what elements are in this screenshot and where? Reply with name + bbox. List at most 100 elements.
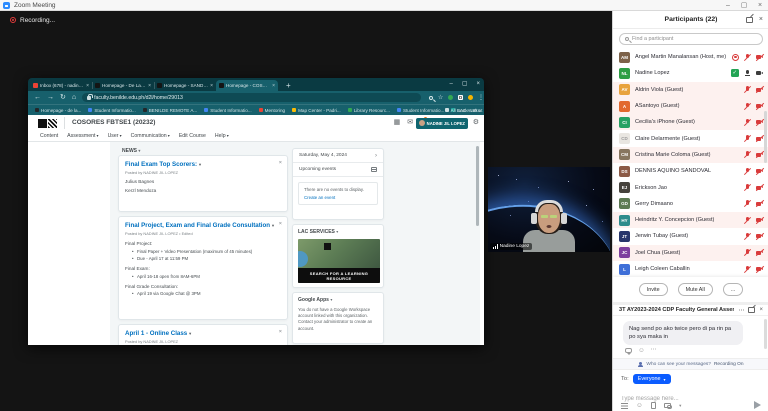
create-event-link[interactable]: Create an event (304, 195, 372, 200)
news-item-title-link[interactable]: Final Project, Exam and Final Grade Cons… (125, 222, 281, 229)
nav-item-communication[interactable]: Communication ▾ (131, 133, 170, 139)
participant-row[interactable]: AVAldrin Viola (Guest) (613, 82, 768, 98)
news-widget-label[interactable]: NEWS ▾ (122, 148, 140, 154)
nav-item-assessment[interactable]: Assessment ▾ (67, 133, 98, 139)
dismiss-icon[interactable]: × (279, 329, 282, 335)
browser-close-button[interactable]: × (476, 78, 480, 90)
calendar-next-icon[interactable]: › (375, 153, 377, 159)
cam-off-icon (755, 249, 763, 257)
emoji-icon[interactable]: ☺ (636, 402, 643, 409)
chat-privacy-bar[interactable]: Who can see your messages? Recording On (613, 358, 768, 370)
browser-menu-icon[interactable]: ⋮ (478, 94, 484, 101)
home-icon[interactable]: ⌂ (72, 91, 76, 104)
nav-item-user[interactable]: User ▾ (108, 133, 122, 139)
participant-row[interactable]: CMCristina Marie Coloma (Guest) (613, 147, 768, 163)
browser-tab[interactable]: Homepage - SANDBOX_GPC...× (154, 80, 216, 91)
news-item-title-link[interactable]: April 1 - Online Class ▾ (125, 330, 281, 337)
all-bookmarks-button[interactable]: All Bookmarks (445, 108, 480, 113)
news-item-title-link[interactable]: Final Exam Top Scorers: ▾ (125, 161, 281, 168)
window-maximize-button[interactable]: ▢ (736, 0, 752, 11)
attach-file-icon[interactable] (651, 402, 657, 409)
user-menu-chip[interactable]: NADINE JIL LOPEZ (416, 118, 468, 129)
participant-list-scrollbar[interactable] (764, 111, 767, 163)
bookmark-star-icon[interactable]: ☆ (438, 94, 443, 101)
address-bar[interactable]: faculty.benilde.edu.ph/d2l/home/29013 (82, 93, 421, 102)
extension-icon-green[interactable] (448, 95, 453, 100)
lac-services-label[interactable]: LAC SERVICES ▾ (298, 229, 378, 235)
format-icon[interactable] (621, 403, 628, 409)
participant-row[interactable]: LLeigh Coleen Caballin (613, 261, 768, 277)
refresh-icon[interactable]: ↻ (60, 91, 66, 104)
bookmark-item[interactable]: Map Center - Padri... (292, 108, 341, 113)
extension-icon-d2l[interactable]: D (458, 95, 463, 100)
back-icon[interactable]: ← (34, 91, 41, 104)
bookmark-item[interactable]: BENILDE REMOTE A... (143, 108, 198, 113)
tab-close-icon[interactable]: × (86, 83, 89, 89)
participant-row[interactable]: AASantoyo (Guest) (613, 98, 768, 114)
browser-tab[interactable]: Homepage - De La Salle Colle...× (92, 80, 154, 91)
close-icon[interactable]: × (759, 307, 763, 313)
nav-item-help[interactable]: Help ▾ (215, 133, 229, 139)
dismiss-icon[interactable]: × (279, 160, 282, 166)
more-icon[interactable]: ⋯ (651, 347, 657, 354)
browser-maximize-button[interactable]: ▢ (462, 78, 468, 90)
participant-row[interactable]: GDGerry Dimaano (613, 196, 768, 212)
chat-more-icon[interactable]: ⋯ (738, 307, 744, 314)
bookmark-item[interactable]: Student Informatio... (88, 108, 135, 113)
window-minimize-button[interactable]: – (720, 0, 736, 11)
new-tab-button[interactable]: + (286, 80, 291, 91)
participant-row[interactable]: CICecilia's iPhone (Guest) (613, 114, 768, 130)
lac-banner-image[interactable]: SEARCH FOR A LEARNING RESOURCE (298, 239, 380, 283)
bookmark-item[interactable]: Homepage - de la... (35, 108, 81, 113)
send-icon[interactable] (754, 401, 761, 409)
reply-icon[interactable] (625, 348, 632, 353)
popout-icon[interactable] (748, 307, 755, 313)
participant-row[interactable]: CDClaire Delarmente (Guest) (613, 130, 768, 146)
tab-close-icon[interactable]: × (148, 83, 151, 89)
participant-row[interactable]: JTJerwin Tubay (Guest) (613, 228, 768, 244)
bookmark-item[interactable]: Student Informatio... (397, 108, 444, 113)
tab-close-icon[interactable]: × (210, 83, 213, 89)
mail-icon[interactable]: ✉ (407, 118, 413, 126)
browser-tab[interactable]: Homepage - COSORES FBTS...× (216, 80, 278, 91)
bookmark-favicon (292, 108, 296, 112)
participant-row[interactable]: AMAngel Martin Manalansan (Host, me) (613, 49, 768, 65)
participant-row[interactable]: JCJoel Chua (Guest) (613, 245, 768, 261)
forward-icon[interactable]: → (47, 91, 54, 104)
participant-row[interactable]: HYHeindritz Y. Concepcion (Guest) (613, 212, 768, 228)
bookmark-item[interactable]: Student Informatio... (204, 108, 251, 113)
chevron-down-icon[interactable]: ▾ (679, 403, 681, 409)
participant-row[interactable]: NLNadine Lopez (613, 65, 768, 81)
video-tile[interactable]: Nadine Lopez (488, 167, 610, 252)
page-scrollbar[interactable] (476, 146, 479, 226)
participant-search[interactable] (619, 33, 763, 45)
participant-search-input[interactable] (632, 36, 757, 42)
nav-item-content[interactable]: Content (40, 133, 58, 139)
window-close-button[interactable]: × (752, 0, 768, 11)
more-button[interactable]: ... (723, 283, 744, 296)
tab-close-icon[interactable]: × (272, 83, 275, 89)
nav-item-edit-course[interactable]: Edit Course (179, 133, 206, 139)
popout-icon[interactable] (746, 17, 753, 23)
participant-row[interactable]: EJErickson Jao (613, 179, 768, 195)
invite-button[interactable]: Invite (639, 283, 668, 296)
calendar-icon[interactable] (371, 167, 377, 172)
bookmark-item[interactable]: Mentoring (259, 108, 285, 113)
app-grid-icon[interactable]: ▦ (394, 118, 401, 126)
extension-icon-yellow[interactable] (468, 95, 473, 100)
screenshot-icon[interactable] (664, 403, 671, 409)
emoji-icon[interactable]: ☺ (638, 347, 645, 354)
participant-row[interactable]: DSDENNIS AQUINO SANDOVAL (613, 163, 768, 179)
recording-indicator[interactable]: Recording... (10, 15, 55, 25)
search-icon[interactable] (429, 96, 433, 100)
mute-all-button[interactable]: Mute All (678, 283, 713, 296)
recipient-selector[interactable]: Everyone▾ (633, 374, 671, 384)
chat-scrollbar[interactable] (764, 319, 767, 349)
gear-icon[interactable]: ⚙ (473, 118, 479, 126)
close-icon[interactable]: × (759, 16, 763, 23)
bookmark-item[interactable]: Library Resourc... (348, 108, 390, 113)
browser-tab[interactable]: Inbox (678) - nadinejl.lopez× (30, 80, 92, 91)
dismiss-icon[interactable]: × (279, 221, 282, 227)
browser-minimize-button[interactable]: – (449, 78, 452, 90)
google-apps-label[interactable]: Google Apps ▾ (298, 297, 378, 303)
